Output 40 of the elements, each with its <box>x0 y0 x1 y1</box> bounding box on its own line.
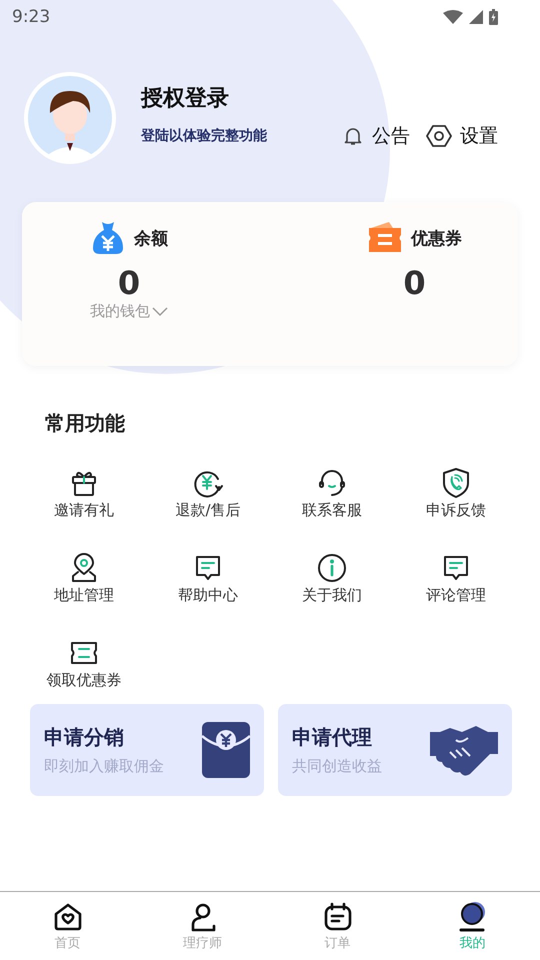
settings-icon <box>426 124 452 148</box>
login-subtitle: 登陆以体验完整功能 <box>141 127 267 145</box>
envelope-icon <box>202 722 250 778</box>
promo-card[interactable]: 申请代理 共同创造收益 <box>278 704 512 796</box>
handshake-icon <box>430 724 498 776</box>
home-icon <box>52 900 84 932</box>
feature-item[interactable]: 申诉反馈 <box>394 467 518 520</box>
battery-icon <box>489 9 498 25</box>
bell-icon <box>342 125 364 147</box>
wallet-value: 0 <box>118 264 140 302</box>
promo-title: 申请分销 <box>44 724 125 751</box>
status-time: 9:23 <box>12 7 50 27</box>
feature-item[interactable]: 联系客服 <box>270 467 394 520</box>
signal-icon <box>469 10 483 24</box>
headset-icon <box>316 467 348 499</box>
info-icon <box>316 552 348 584</box>
money-bag-icon <box>90 220 126 256</box>
avatar[interactable] <box>23 71 117 165</box>
feature-item[interactable]: 帮助中心 <box>146 552 270 605</box>
section-title: 常用功能 <box>45 410 125 437</box>
feature-item[interactable]: 评论管理 <box>394 552 518 605</box>
shield-phone-icon <box>440 467 472 499</box>
promo-subtitle: 共同创造收益 <box>292 757 382 776</box>
promo-card[interactable]: 申请分销 即刻加入赚取佣金 <box>30 704 264 796</box>
login-title[interactable]: 授权登录 <box>141 83 267 113</box>
chevron-down-icon <box>152 306 168 316</box>
wallet-label: 优惠券 <box>411 228 462 250</box>
settings-button[interactable]: 设置 <box>422 123 502 149</box>
promo-title: 申请代理 <box>292 724 373 751</box>
feature-item[interactable]: 地址管理 <box>22 552 146 605</box>
wallet-value: 0 <box>403 264 426 302</box>
notice-button[interactable]: 公告 <box>338 123 414 149</box>
wallet-label: 余额 <box>134 228 168 250</box>
feature-item[interactable]: 邀请有礼 <box>22 467 146 520</box>
wifi-icon <box>443 10 463 24</box>
calendar-icon <box>322 900 354 932</box>
feature-item[interactable]: 领取优惠券 <box>22 637 146 690</box>
promo-subtitle: 即刻加入赚取佣金 <box>44 757 164 776</box>
feature-item[interactable]: 退款/售后 <box>146 467 270 520</box>
feature-item[interactable]: 关于我们 <box>270 552 394 605</box>
